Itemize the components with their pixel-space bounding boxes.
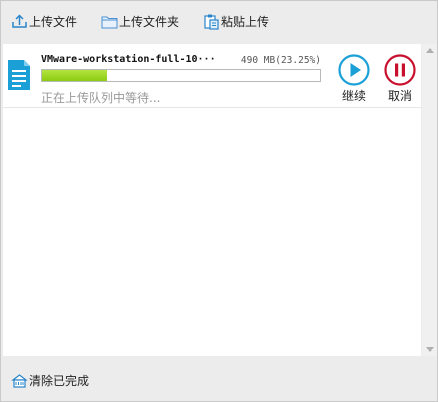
document-icon — [7, 59, 31, 91]
folder-icon — [101, 13, 118, 30]
upload-folder-label: 上传文件夹 — [119, 14, 180, 29]
scroll-down-arrow-icon[interactable] — [426, 347, 434, 352]
cancel-label: 取消 — [387, 89, 412, 103]
upload-file-label: 上传文件 — [29, 14, 78, 29]
upload-file-button[interactable]: 上传文件 — [11, 9, 77, 33]
pause-icon — [384, 54, 416, 86]
file-size-percent: 490 MB(23.25%) — [240, 55, 321, 66]
clear-icon — [11, 372, 28, 389]
upload-manager-window: 上传文件 上传文件夹 粘贴上传 VMware-workstation-full-… — [0, 0, 438, 402]
resume-button[interactable]: 继续 — [334, 54, 374, 104]
progress-fill — [42, 70, 107, 81]
resume-label: 继续 — [341, 89, 366, 103]
clipboard-icon — [203, 13, 220, 30]
status-text: 正在上传队列中等待... — [41, 91, 161, 105]
vertical-scrollbar[interactable] — [422, 44, 437, 356]
progress-bar — [41, 69, 321, 82]
play-icon — [338, 54, 370, 86]
toolbar: 上传文件 上传文件夹 粘贴上传 — [1, 1, 437, 41]
upload-icon — [11, 13, 28, 30]
clear-completed-label: 清除已完成 — [29, 373, 90, 388]
paste-upload-label: 粘贴上传 — [221, 14, 270, 29]
footer: 清除已完成 — [1, 359, 437, 401]
upload-task-row[interactable]: VMware-workstation-full-10··· 490 MB(23.… — [3, 44, 421, 108]
file-name: VMware-workstation-full-10··· — [41, 54, 216, 65]
scroll-up-arrow-icon[interactable] — [426, 48, 434, 53]
clear-completed-button[interactable]: 清除已完成 — [11, 368, 89, 392]
upload-folder-button[interactable]: 上传文件夹 — [101, 9, 179, 33]
cancel-button[interactable]: 取消 — [380, 54, 420, 104]
paste-upload-button[interactable]: 粘贴上传 — [203, 9, 269, 33]
upload-list: VMware-workstation-full-10··· 490 MB(23.… — [3, 44, 421, 356]
